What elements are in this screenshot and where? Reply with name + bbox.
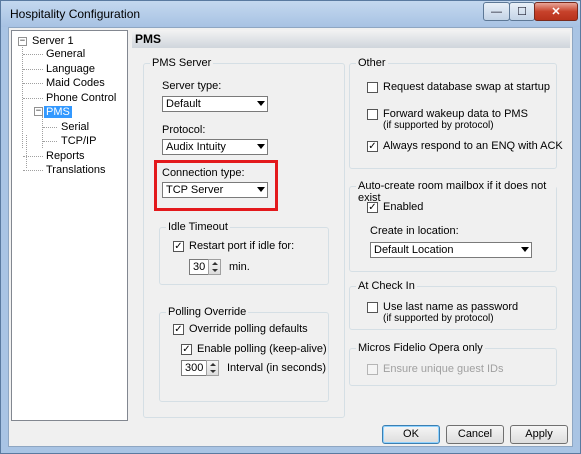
forward-wakeup-label: Forward wakeup data to PMS: [383, 108, 528, 120]
last-name-password-checkbox[interactable]: [367, 302, 378, 313]
tree-line: [22, 42, 23, 148]
tree-item-label: Serial: [61, 121, 90, 133]
group-title: Micros Fidelio Opera only: [356, 342, 485, 354]
last-name-password-sublabel: (if supported by protocol): [383, 313, 494, 324]
tree-item-language[interactable]: Language: [44, 62, 97, 76]
minutes-unit-label: min.: [229, 261, 250, 273]
tree-item-general[interactable]: General: [44, 47, 87, 61]
protocol-select[interactable]: Audix Intuity: [162, 139, 268, 155]
tree-item-serial[interactable]: Serial: [59, 120, 91, 134]
protocol-label: Protocol:: [162, 124, 206, 136]
app-window: Hospitality Configuration — ☐ ✕ − Server…: [0, 0, 581, 454]
idle-minutes-input[interactable]: 30: [189, 259, 209, 275]
restart-port-label: Restart port if idle for:: [189, 240, 295, 252]
polling-interval-input[interactable]: 300: [181, 360, 207, 376]
chevron-down-icon: [257, 101, 265, 106]
dialog-client: − Server 1 General Language Maid Codes P…: [8, 27, 573, 447]
connection-type-select[interactable]: TCP Server: [162, 182, 268, 198]
request-swap-label: Request database swap at startup: [383, 81, 550, 93]
ok-button[interactable]: OK: [382, 425, 440, 444]
spin-down-icon[interactable]: [210, 370, 216, 373]
tree-item-label: Maid Codes: [46, 77, 105, 89]
navigation-tree[interactable]: − Server 1 General Language Maid Codes P…: [11, 30, 128, 421]
interval-label: Interval (in seconds): [227, 362, 327, 374]
restart-port-checkbox[interactable]: ✓: [173, 241, 184, 252]
title-bar[interactable]: Hospitality Configuration — ☐ ✕: [1, 1, 580, 27]
tree-item-reports[interactable]: Reports: [44, 149, 87, 163]
create-location-label: Create in location:: [370, 225, 459, 237]
tree-item-label: Translations: [46, 164, 106, 176]
auto-create-enabled-checkbox[interactable]: ✓: [367, 202, 378, 213]
server-type-select[interactable]: Default: [162, 96, 268, 112]
window-title: Hospitality Configuration: [10, 7, 141, 21]
forward-wakeup-sublabel: (if supported by protocol): [383, 120, 494, 131]
tree-item-phone-control[interactable]: Phone Control: [44, 91, 118, 105]
tree-item-translations[interactable]: Translations: [44, 163, 108, 177]
spin-down-icon[interactable]: [212, 269, 218, 272]
apply-button[interactable]: Apply: [510, 425, 568, 444]
enable-polling-checkbox[interactable]: ✓: [181, 344, 192, 355]
maximize-button[interactable]: ☐: [509, 2, 535, 21]
tree-line: [23, 69, 43, 70]
override-polling-checkbox[interactable]: ✓: [173, 324, 184, 335]
override-polling-label: Override polling defaults: [189, 323, 308, 335]
tree-item-label: PMS: [44, 106, 72, 118]
select-value: Default Location: [374, 244, 454, 256]
close-button[interactable]: ✕: [534, 2, 578, 21]
spin-up-icon[interactable]: [210, 363, 216, 366]
enable-polling-label: Enable polling (keep-alive): [197, 343, 327, 355]
unique-guest-ids-checkbox[interactable]: [367, 364, 378, 375]
tree-line: [42, 116, 43, 148]
select-value: TCP Server: [166, 184, 224, 196]
group-title: Idle Timeout: [166, 221, 230, 233]
tree-item-label: TCP/IP: [61, 135, 97, 147]
group-title: PMS Server: [150, 57, 214, 69]
collapse-icon[interactable]: −: [18, 37, 27, 46]
tree-item-tcpip[interactable]: TCP/IP: [59, 134, 98, 148]
tree-item-label: Reports: [46, 150, 85, 162]
select-value: Default: [166, 98, 201, 110]
tree-item-label: Phone Control: [46, 92, 117, 104]
idle-timeout-group: Idle Timeout: [159, 221, 329, 285]
last-name-password-label: Use last name as password: [383, 301, 519, 313]
idle-minutes-spinner[interactable]: [208, 259, 221, 275]
tree-line: [23, 98, 43, 99]
chevron-down-icon: [521, 247, 529, 252]
unique-guest-ids-label: Ensure unique guest IDs: [383, 363, 504, 375]
cancel-button[interactable]: Cancel: [446, 425, 504, 444]
connection-type-label: Connection type:: [162, 167, 245, 179]
tree-item-server[interactable]: Server 1: [30, 34, 76, 48]
select-value: Audix Intuity: [166, 141, 226, 153]
create-location-select[interactable]: Default Location: [370, 242, 532, 258]
tree-item-label: General: [46, 48, 86, 60]
tree-line: [26, 135, 27, 168]
forward-wakeup-checkbox[interactable]: [367, 109, 378, 120]
tree-line: [43, 127, 57, 128]
group-title: Other: [356, 57, 388, 69]
polling-interval-spinner[interactable]: [206, 360, 219, 376]
group-title: At Check In: [356, 280, 417, 292]
tree-item-pms[interactable]: PMS: [44, 105, 72, 119]
server-type-label: Server type:: [162, 80, 222, 92]
tree-line: [23, 54, 43, 55]
tree-line: [43, 141, 57, 142]
tree-item-label: Server 1: [32, 35, 74, 47]
tree-item-label: Language: [46, 63, 95, 75]
always-respond-label: Always respond to an ENQ with ACK: [383, 140, 563, 152]
chevron-down-icon: [257, 187, 265, 192]
auto-create-enabled-label: Enabled: [383, 201, 424, 213]
tree-item-maid-codes[interactable]: Maid Codes: [44, 76, 107, 90]
group-title: Polling Override: [166, 306, 249, 318]
tree-line: [23, 83, 43, 84]
collapse-icon[interactable]: −: [34, 107, 43, 116]
request-swap-checkbox[interactable]: [367, 82, 378, 93]
minimize-button[interactable]: —: [483, 2, 510, 21]
page-title: PMS: [132, 30, 570, 48]
always-respond-checkbox[interactable]: ✓: [367, 141, 378, 152]
spin-up-icon[interactable]: [212, 262, 218, 265]
tree-line: [23, 170, 43, 171]
tree-line: [23, 156, 43, 157]
chevron-down-icon: [257, 144, 265, 149]
